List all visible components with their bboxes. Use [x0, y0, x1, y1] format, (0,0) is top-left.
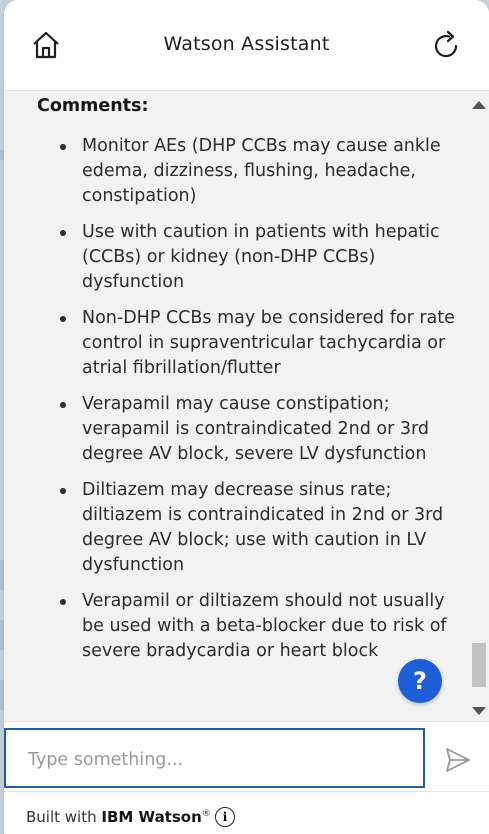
- list-item: Use with caution in patients with hepati…: [60, 220, 457, 295]
- message-scroll-area[interactable]: Comments: Monitor AEs (DHP CCBs may caus…: [4, 91, 489, 721]
- comments-list: Monitor AEs (DHP CCBs may cause ankle ed…: [4, 134, 457, 675]
- send-icon: [446, 748, 470, 772]
- assistant-panel: Watson Assistant Comments: Monitor AEs (…: [4, 0, 489, 834]
- registered-mark: ®: [201, 809, 211, 819]
- brand-name: IBM Watson: [101, 808, 202, 826]
- scroll-down-arrow[interactable]: [472, 707, 486, 715]
- list-item: Diltiazem may decrease sinus rate; dilti…: [60, 478, 457, 578]
- footer-credit: Built with IBM Watson®: [26, 808, 211, 826]
- list-item: Verapamil may cause constipation; verapa…: [60, 392, 457, 467]
- comments-heading: Comments:: [37, 96, 149, 116]
- restart-icon: [434, 30, 458, 58]
- header-title: Watson Assistant: [163, 33, 330, 55]
- footer: Built with IBM Watson® i: [4, 791, 489, 834]
- list-item: Verapamil or diltiazem should not usuall…: [60, 589, 457, 664]
- header: Watson Assistant: [4, 0, 489, 91]
- send-button[interactable]: [440, 742, 476, 778]
- help-button[interactable]: ?: [398, 659, 442, 703]
- restart-button[interactable]: [428, 27, 464, 63]
- built-with-label: Built with: [26, 808, 97, 826]
- list-item: Monitor AEs (DHP CCBs may cause ankle ed…: [60, 134, 457, 209]
- scrollbar-thumb[interactable]: [472, 643, 486, 687]
- input-area: [4, 721, 489, 792]
- list-item: Non-DHP CCBs may be considered for rate …: [60, 306, 457, 381]
- message-input[interactable]: [26, 746, 410, 774]
- scrollbar[interactable]: [469, 91, 489, 721]
- message-input-box[interactable]: [4, 728, 425, 788]
- scroll-up-arrow[interactable]: [472, 101, 486, 109]
- info-icon[interactable]: i: [215, 807, 235, 827]
